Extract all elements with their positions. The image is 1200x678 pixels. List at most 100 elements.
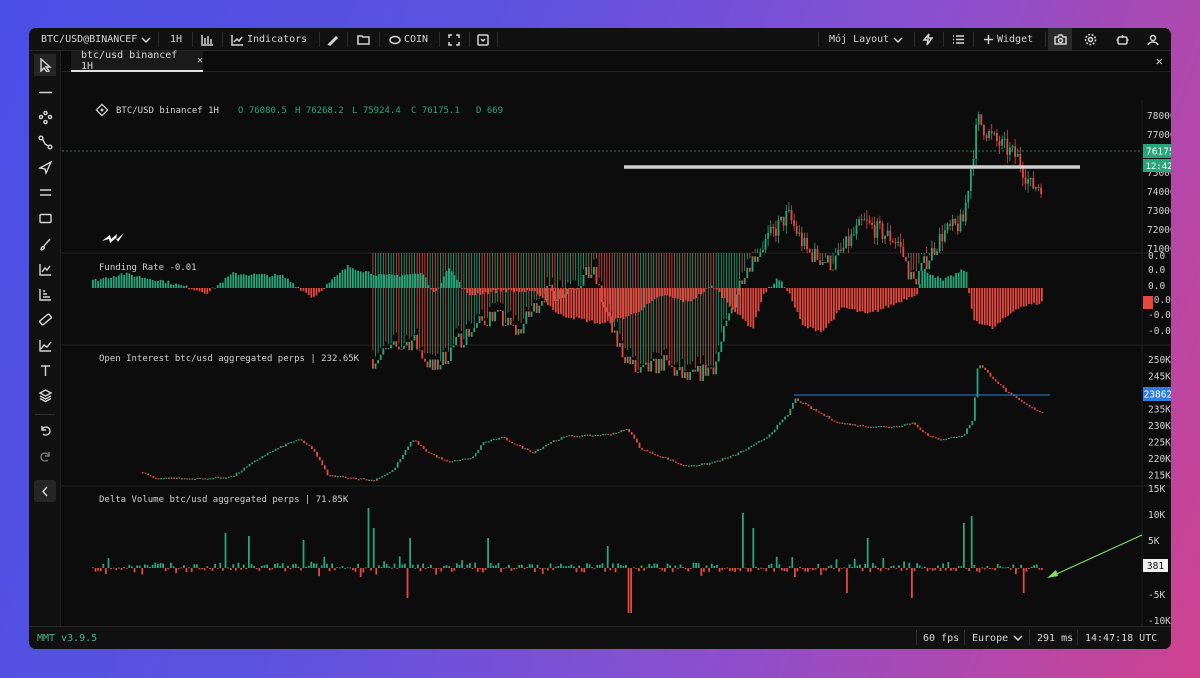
funding-bar — [674, 288, 677, 299]
funding-bar — [549, 288, 552, 307]
oi-candle — [906, 423, 909, 425]
ruler-tool[interactable] — [34, 308, 56, 330]
chart-type-button[interactable] — [200, 28, 214, 51]
region-selector[interactable]: Europe — [972, 627, 1024, 649]
chart-tab[interactable]: btc/usd binancef 1H ✕ — [71, 50, 203, 72]
bot-button[interactable] — [1116, 28, 1129, 51]
screenshot-button[interactable] — [1048, 28, 1072, 51]
price-candle — [379, 354, 382, 360]
countdown-value: 12:42 — [1145, 162, 1171, 172]
funding-bar — [123, 274, 125, 288]
layers-tool[interactable] — [34, 384, 56, 406]
account-button[interactable] — [1147, 28, 1159, 51]
nodes-icon — [38, 110, 52, 124]
parallel-lines-tool[interactable] — [34, 181, 56, 203]
add-widget-button[interactable]: Widget — [983, 28, 1033, 51]
price-candle — [866, 219, 868, 221]
funding-bar — [744, 288, 747, 322]
delta-bar — [554, 566, 557, 568]
funding-bar — [778, 280, 781, 288]
logo-mark — [102, 233, 124, 243]
settings-button[interactable] — [1084, 28, 1097, 51]
chart-line-tool[interactable] — [34, 258, 56, 280]
funding-bar — [981, 288, 983, 325]
funding-bar — [807, 288, 809, 329]
delta-bar — [458, 564, 461, 568]
bars-tool[interactable] — [34, 283, 56, 305]
download-button[interactable] — [477, 28, 489, 51]
layout-selector[interactable]: Mój Layout — [829, 28, 904, 51]
oi-candle — [233, 475, 235, 477]
arrow-tool[interactable] — [34, 156, 56, 178]
delta-bar — [123, 567, 125, 568]
delta-bar — [339, 567, 341, 569]
delta-bar — [669, 565, 671, 568]
text-tool[interactable] — [34, 359, 56, 381]
brush-tool[interactable] — [34, 233, 56, 255]
folder-button[interactable] — [357, 28, 370, 51]
funding-bar — [565, 288, 567, 318]
funding-bar — [378, 274, 380, 288]
funding-bar — [695, 288, 697, 299]
draw-button[interactable] — [327, 28, 339, 51]
oi-candle — [446, 460, 448, 462]
delta-bar — [814, 568, 817, 570]
oi-candle — [386, 473, 389, 475]
area-tool[interactable] — [34, 334, 56, 356]
funding-bar — [713, 288, 716, 289]
funding-bar — [856, 288, 859, 312]
fullscreen-button[interactable] — [448, 28, 460, 51]
rectangle-tool[interactable] — [34, 207, 56, 229]
delta-bar — [705, 565, 708, 568]
nodes-tool[interactable] — [34, 106, 56, 128]
oi-candle — [1033, 407, 1036, 410]
delta-bar — [908, 562, 911, 568]
coin-button[interactable]: COIN — [389, 28, 428, 51]
delta-bar — [934, 568, 937, 571]
funding-bar — [521, 288, 523, 292]
price-candle — [754, 256, 756, 262]
symbol-selector[interactable]: BTC/USD@BINANCEF — [41, 28, 152, 51]
oi-candle — [438, 457, 441, 459]
funding-bar — [115, 276, 118, 288]
redo-tool[interactable] — [34, 445, 56, 467]
price-candle — [392, 341, 395, 345]
collapse-tool[interactable] — [34, 480, 56, 502]
funding-title: Funding Rate -0.01 — [99, 263, 197, 273]
funding-bar — [723, 288, 726, 299]
funding-bar — [677, 288, 679, 299]
price-candle — [840, 249, 842, 251]
delta-bar — [578, 565, 580, 568]
price-candle — [842, 247, 845, 251]
funding-bar — [911, 288, 913, 298]
path-tool[interactable] — [34, 131, 56, 153]
close-panel-icon[interactable]: ✕ — [1156, 54, 1163, 68]
funding-bar — [760, 288, 762, 303]
oi-candle — [617, 432, 620, 434]
interval-button[interactable]: 1H — [170, 28, 182, 51]
funding-bar — [417, 273, 419, 288]
tab-close-icon[interactable]: ✕ — [197, 55, 203, 66]
funding-bar — [596, 288, 599, 323]
delta-bar — [588, 564, 591, 568]
funding-bar — [830, 288, 833, 322]
funding-bar — [583, 288, 586, 319]
oi-candle — [656, 454, 659, 457]
oi-candle — [376, 478, 378, 481]
alerts-button[interactable] — [922, 28, 934, 51]
chart-area[interactable]: 78000.077000.076000.075000.074000.073000… — [62, 73, 1171, 626]
delta-bar — [495, 565, 497, 568]
delta-tick: 5K — [1148, 536, 1160, 547]
undo-tool[interactable] — [34, 419, 56, 441]
horizontal-line-tool[interactable] — [34, 81, 56, 103]
price-candle — [1019, 154, 1022, 167]
oi-candle — [890, 427, 893, 429]
oi-candle — [685, 464, 688, 467]
indicators-button[interactable]: Indicators — [231, 28, 307, 51]
price-candle — [936, 251, 938, 255]
funding-bar — [882, 288, 885, 309]
delta-bar — [703, 568, 705, 572]
oi-candle — [480, 445, 482, 450]
oi-tick: 215K — [1148, 471, 1171, 482]
list-button[interactable] — [952, 28, 965, 51]
